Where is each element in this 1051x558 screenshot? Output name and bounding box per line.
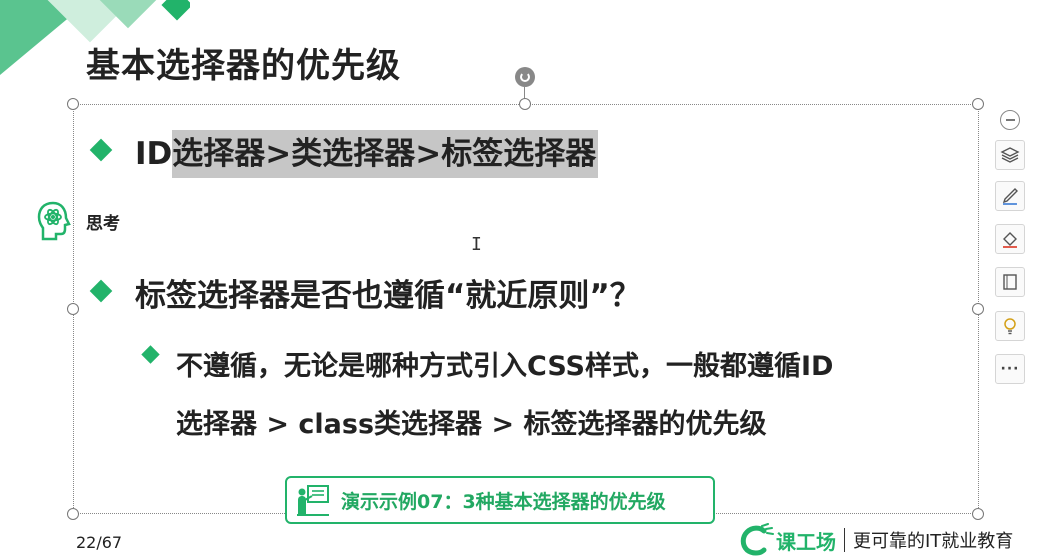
head-atom-icon: [37, 201, 71, 241]
bullet-1-highlighted-text[interactable]: 选择器>类选择器>标签选择器: [172, 130, 599, 178]
slide-title: 基本选择器的优先级: [86, 46, 401, 86]
brand-slogan: 更可靠的IT就业教育: [853, 531, 1014, 552]
collapse-toolbar-button[interactable]: [1000, 110, 1020, 130]
sub-bullet-line-1: 不遵循，无论是哪种方式引入CSS样式，一般都遵循ID: [176, 351, 834, 382]
layers-button[interactable]: [995, 140, 1025, 170]
presenter-board-icon: [297, 485, 329, 516]
frame-button[interactable]: [995, 267, 1025, 297]
sub-bullet-line-2: 选择器 > class类选择器 > 标签选择器的优先级: [176, 409, 767, 440]
lightbulb-icon: [1004, 318, 1016, 335]
fill-button[interactable]: [995, 224, 1025, 254]
bullet-1-prefix: ID: [135, 136, 173, 172]
brand-logo-icon: [740, 523, 774, 556]
corner-diamond: [161, 0, 190, 21]
brand-name: 课工场: [776, 529, 836, 554]
resize-handle-top-left[interactable]: [67, 98, 79, 110]
text-cursor-icon: I: [471, 234, 482, 255]
frame-icon: [1003, 274, 1017, 290]
resize-handle-left[interactable]: [67, 303, 79, 315]
bullet-1[interactable]: ID选择器>类选择器>标签选择器: [135, 128, 599, 178]
paint-bucket-icon: [1003, 232, 1017, 248]
resize-handle-top-right[interactable]: [972, 98, 984, 110]
pen-button[interactable]: [995, 181, 1025, 211]
resize-handle-right[interactable]: [972, 303, 984, 315]
slide-canvas[interactable]: 基本选择器的优先级 ID选择器>类选择器>标签选择器 思考 I 标签选择器是否也…: [0, 0, 1051, 558]
rotate-handle[interactable]: [515, 67, 535, 87]
page-number: 22/67: [76, 533, 123, 552]
resize-handle-bottom-left[interactable]: [67, 508, 79, 520]
pen-icon: [1002, 188, 1018, 205]
resize-handle-bottom-right[interactable]: [972, 508, 984, 520]
layers-icon: [1000, 147, 1020, 163]
brand-footer: 课工场 更可靠的IT就业教育: [738, 522, 1013, 558]
bullet-2[interactable]: 标签选择器是否也遵循“就近原则”？: [135, 270, 641, 315]
demo-example-box[interactable]: 演示示例07：3种基本选择器的优先级: [285, 476, 715, 524]
more-options-label: ···: [1000, 361, 1020, 377]
brand-separator: [844, 528, 845, 552]
demo-example-label: 演示示例07：3种基本选择器的优先级: [341, 490, 666, 513]
idea-button[interactable]: [995, 311, 1025, 341]
more-options-button[interactable]: ···: [995, 354, 1025, 384]
resize-handle-top[interactable]: [519, 98, 531, 110]
think-label: 思考: [86, 214, 120, 234]
sub-bullet[interactable]: 不遵循，无论是哪种方式引入CSS样式，一般都遵循ID 选择器 > class类选…: [176, 338, 966, 454]
